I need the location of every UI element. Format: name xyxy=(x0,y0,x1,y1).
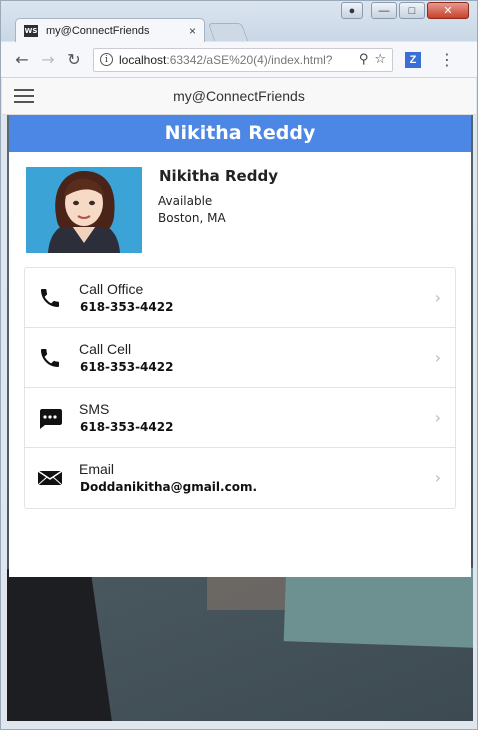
maximize-button[interactable]: □ xyxy=(399,2,425,19)
tab-close-icon[interactable]: × xyxy=(189,24,196,38)
contact-method-value: 618-353-4422 xyxy=(80,300,174,314)
profile-name: Nikitha Reddy xyxy=(159,167,278,185)
bookmark-star-icon[interactable]: ☆ xyxy=(374,52,386,67)
woman-avatar-icon xyxy=(26,167,142,253)
app-bar: my@ConnectFriends xyxy=(2,78,476,115)
site-info-icon[interactable]: i xyxy=(100,53,113,66)
extension-z-icon[interactable]: Z xyxy=(405,51,421,68)
user-profile-icon[interactable]: ● xyxy=(341,2,363,19)
window-controls: ● — □ ✕ xyxy=(341,2,469,19)
zoom-icon[interactable]: ⚲ xyxy=(359,52,369,67)
mail-icon xyxy=(37,466,63,490)
chevron-right-icon: › xyxy=(434,408,441,427)
minimize-button[interactable]: — xyxy=(371,2,397,19)
profile-location: Boston, MA xyxy=(158,211,226,225)
back-arrow-icon[interactable]: ← xyxy=(9,50,35,69)
tablet-device-image xyxy=(7,557,114,721)
new-tab-button[interactable] xyxy=(207,23,249,41)
call-office-item[interactable]: Call Office 618-353-4422 › xyxy=(25,268,455,328)
sms-icon xyxy=(37,406,63,430)
sms-item[interactable]: SMS 618-353-4422 › xyxy=(25,388,455,448)
phone-icon xyxy=(37,286,63,310)
contact-card: Nikitha Reddy Nikitha Reddy Available Bo… xyxy=(9,115,471,577)
close-window-button[interactable]: ✕ xyxy=(427,2,469,19)
reload-icon[interactable]: ↻ xyxy=(61,50,87,69)
profile-status: Available xyxy=(158,194,213,208)
chevron-right-icon: › xyxy=(434,468,441,487)
contact-method-label: SMS xyxy=(79,401,110,417)
chevron-right-icon: › xyxy=(434,288,441,307)
browser-toolbar: ← → ↻ i localhost :63342/aSE%20(4)/index… xyxy=(1,42,477,78)
phone-icon xyxy=(37,346,63,370)
address-bar[interactable]: i localhost :63342/aSE%20(4)/index.html?… xyxy=(93,47,393,72)
url-host: localhost xyxy=(119,52,167,67)
browser-tab[interactable]: WS my@ConnectFriends × xyxy=(15,18,205,42)
contact-method-value: 618-353-4422 xyxy=(80,420,174,434)
contact-method-label: Call Office xyxy=(79,281,144,297)
tab-title: my@ConnectFriends xyxy=(46,24,150,37)
url-path: :63342/aSE%20(4)/index.html? xyxy=(166,52,333,67)
desk-object-image xyxy=(207,575,287,610)
contact-method-value: 618-353-4422 xyxy=(80,360,174,374)
app-title: my@ConnectFriends xyxy=(173,88,305,104)
browser-window: ● — □ ✕ WS my@ConnectFriends × ← → ↻ i l… xyxy=(0,0,478,730)
email-item[interactable]: Email Doddanikitha@gmail.com. › xyxy=(25,448,455,508)
contact-method-value: Doddanikitha@gmail.com. xyxy=(80,480,258,494)
contact-methods-list: Call Office 618-353-4422 › Call Cell 618… xyxy=(24,267,456,509)
webstorm-favicon-icon: WS xyxy=(24,24,38,37)
title-bar: ● — □ ✕ WS my@ConnectFriends × xyxy=(1,1,477,42)
avatar xyxy=(26,167,142,253)
browser-menu-icon[interactable]: ⋮ xyxy=(439,50,455,69)
call-cell-item[interactable]: Call Cell 618-353-4422 › xyxy=(25,328,455,388)
contact-header-name: Nikitha Reddy xyxy=(9,115,471,152)
contact-method-label: Call Cell xyxy=(79,341,132,357)
profile-section: Nikitha Reddy Available Boston, MA xyxy=(9,152,471,262)
chevron-right-icon: › xyxy=(434,348,441,367)
contact-method-label: Email xyxy=(79,461,115,477)
hamburger-menu-icon[interactable] xyxy=(14,89,34,103)
forward-arrow-icon[interactable]: → xyxy=(35,50,61,69)
